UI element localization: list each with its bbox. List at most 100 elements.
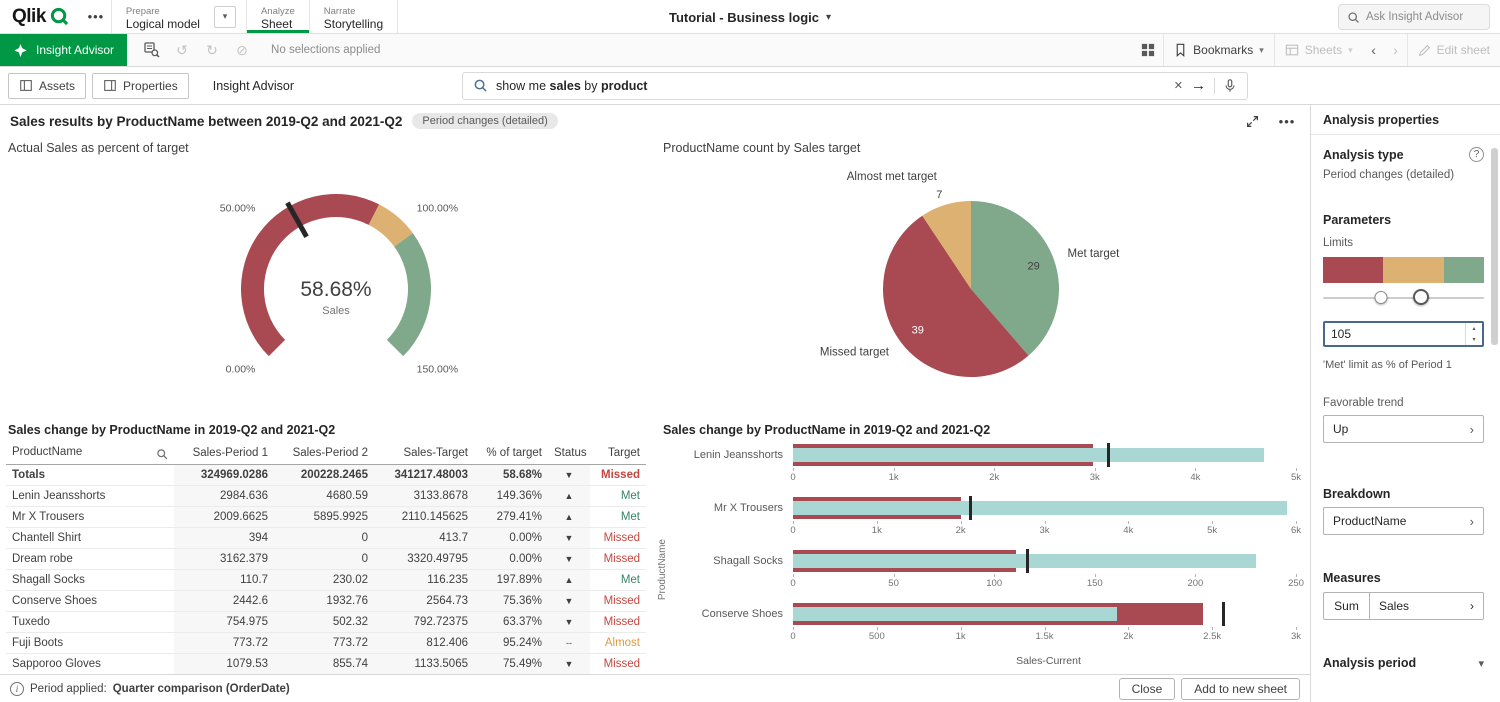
analysis-period-label: Analysis period (1323, 656, 1416, 670)
axis-tick-label: 1k (872, 525, 882, 536)
more-options-button[interactable]: ••• (1274, 114, 1300, 129)
edit-sheet-button[interactable]: Edit sheet (1408, 34, 1500, 66)
measure-aggregation[interactable]: Sum (1324, 593, 1370, 619)
caret-up-icon: ▴ (1472, 325, 1475, 332)
nav-narrate[interactable]: Narrate Storytelling (310, 0, 397, 33)
breakdown-dropdown[interactable]: ProductName › (1323, 507, 1484, 535)
axis-tick (1045, 627, 1046, 630)
sheets-menu[interactable]: Sheets ▾ (1275, 34, 1363, 66)
product-name-cell[interactable]: Shagall Socks (6, 569, 174, 590)
bullet-row: Mr X Trousers01k2k3k4k5k6k (675, 496, 1304, 537)
submit-query-button[interactable]: → (1191, 77, 1206, 94)
qlik-logo[interactable]: Qlik (0, 0, 81, 33)
current-sales-bar[interactable] (793, 607, 1117, 621)
close-button[interactable]: Close (1119, 678, 1176, 700)
product-name-cell[interactable]: Mr X Trousers (6, 506, 174, 527)
expand-icon (1246, 115, 1259, 128)
step-back-button[interactable]: ↺ (167, 34, 197, 66)
limits-slider[interactable] (1323, 289, 1484, 307)
previous-sheet-button[interactable]: ‹ (1363, 34, 1385, 66)
pct-of-target-cell: 149.36% (474, 485, 548, 506)
current-sales-bar[interactable] (793, 554, 1256, 568)
product-name-cell[interactable]: Chantell Shirt (6, 527, 174, 548)
global-menu-button[interactable]: ••• (81, 0, 111, 33)
axis-tick (1296, 468, 1297, 471)
sales-target-cell: 2110.145625 (374, 506, 474, 527)
bookmarks-menu[interactable]: Bookmarks ▾ (1164, 34, 1274, 66)
axis-tick (1128, 627, 1129, 630)
product-name-cell[interactable]: Totals (6, 464, 174, 485)
panel-scrollbar[interactable] (1491, 148, 1498, 345)
nav-prepare[interactable]: Prepare Logical model (112, 0, 214, 33)
qlik-sense-app: Qlik ••• Prepare Logical model ▾ Analyze… (0, 0, 1500, 702)
spinner-up-button[interactable]: ▴ (1466, 323, 1482, 334)
bookmark-icon (1174, 43, 1187, 57)
add-to-new-sheet-button[interactable]: Add to new sheet (1181, 678, 1300, 700)
sales-period2-cell: 855.74 (274, 653, 374, 674)
search-icon[interactable] (156, 448, 168, 460)
expand-button[interactable] (1240, 115, 1264, 128)
insight-advisor-button[interactable]: Insight Advisor (0, 34, 127, 66)
bullet-row: Lenin Jeansshorts01k2k3k4k5k (675, 443, 1304, 484)
clear-query-button[interactable]: ✕ (1174, 79, 1183, 92)
sales-target-cell: 3133.8678 (374, 485, 474, 506)
microphone-icon[interactable] (1223, 78, 1237, 93)
product-name-cell[interactable]: Dream robe (6, 548, 174, 569)
product-name-cell[interactable]: Tuxedo (6, 611, 174, 632)
axis-tick (961, 627, 962, 630)
gauge-chart[interactable]: 0.00%50.00%100.00%150.00%58.68%Sales (6, 161, 649, 417)
current-sales-bar[interactable] (793, 448, 1264, 462)
column-header-2[interactable]: Sales-Period 1 (174, 443, 274, 464)
column-header-1[interactable]: ProductName (6, 443, 174, 464)
product-name-cell[interactable]: Lenin Jeansshorts (6, 485, 174, 506)
slider-handle-lower[interactable] (1374, 291, 1387, 304)
axis-tick (1195, 468, 1196, 471)
sales-period2-cell: 5895.9925 (274, 506, 374, 527)
measure-field[interactable]: Sales › (1370, 593, 1483, 619)
current-sales-bar[interactable] (793, 501, 1287, 515)
assets-panel-button[interactable]: Assets (8, 73, 86, 99)
column-header-3[interactable]: Sales-Period 2 (274, 443, 374, 464)
ask-insight-advisor-input[interactable] (1366, 11, 1476, 23)
column-header-7[interactable]: Target (590, 443, 646, 464)
next-sheet-button[interactable]: › (1385, 34, 1407, 66)
bullet-axis: 050100150200250 (793, 573, 1296, 590)
ask-insight-advisor-box[interactable] (1338, 4, 1490, 30)
properties-panel-button[interactable]: Properties (92, 73, 189, 99)
gauge-tick-label: 100.00% (417, 202, 458, 214)
nav-analyze[interactable]: Analyze Sheet (247, 0, 309, 33)
product-name-cell[interactable]: Fuji Boots (6, 632, 174, 653)
product-name-cell[interactable]: Sapporoo Gloves (6, 653, 174, 674)
gauge-chart-title: Actual Sales as percent of target (6, 139, 649, 161)
comparison-table[interactable]: ProductNameSales-Period 1Sales-Period 2S… (6, 443, 646, 674)
natural-language-query-input[interactable]: show me sales by product ✕ → (462, 72, 1248, 100)
table-row: Dream robe3162.37903320.497950.00%▼Misse… (6, 548, 646, 569)
column-header-6[interactable]: Status (548, 443, 590, 464)
column-header-5[interactable]: % of target (474, 443, 548, 464)
met-limit-input[interactable] (1325, 323, 1465, 345)
selections-tool-button[interactable] (137, 34, 167, 66)
favorable-trend-dropdown[interactable]: Up › (1323, 415, 1484, 443)
limits-label: Limits (1323, 237, 1484, 249)
app-overview-button[interactable] (1133, 34, 1163, 66)
table-header-row: ProductNameSales-Period 1Sales-Period 2S… (6, 443, 646, 464)
app-title[interactable]: Tutorial - Business logic ▾ (669, 0, 831, 34)
analysis-type-badge[interactable]: Period changes (detailed) (412, 113, 557, 129)
prepare-dropdown-button[interactable]: ▾ (214, 6, 236, 28)
pie-chart[interactable]: 29Met target39Missed target7Almost met t… (661, 161, 1304, 417)
query-text[interactable]: show me sales by product (496, 79, 1166, 93)
axis-tick-label: 2.5k (1203, 631, 1221, 642)
sales-target-cell: 341217.48003 (374, 464, 474, 485)
x-axis-label: Sales-Current (661, 655, 1304, 667)
spinner-down-button[interactable]: ▾ (1466, 334, 1482, 345)
step-forward-button[interactable]: ↻ (197, 34, 227, 66)
sales-period2-cell: 502.32 (274, 611, 374, 632)
product-name-cell[interactable]: Conserve Shoes (6, 590, 174, 611)
chevron-down-icon[interactable]: ▾ (1478, 657, 1484, 670)
measure-control[interactable]: Sum Sales › (1323, 592, 1484, 620)
clear-selections-button[interactable]: ⊘ (227, 34, 257, 66)
caret-down-icon: ▾ (1472, 336, 1475, 343)
column-header-4[interactable]: Sales-Target (374, 443, 474, 464)
slider-handle-upper[interactable] (1413, 289, 1429, 305)
help-icon[interactable]: ? (1469, 147, 1484, 162)
